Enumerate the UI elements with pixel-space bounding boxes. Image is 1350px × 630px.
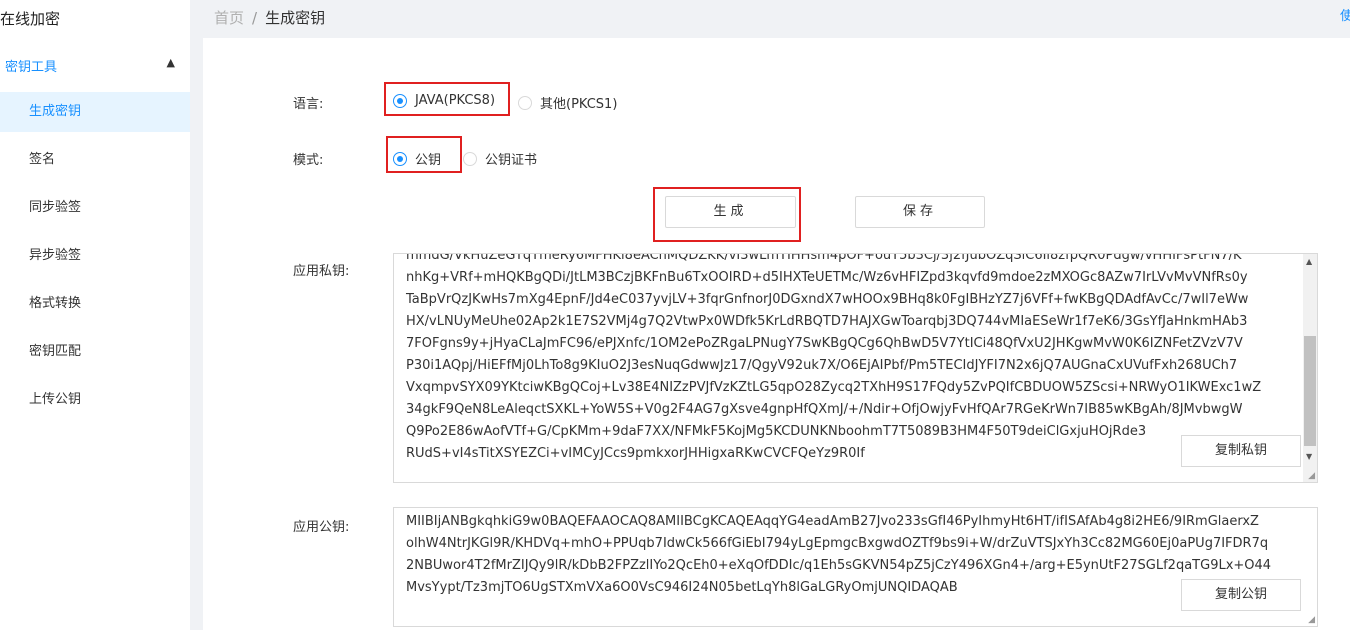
key-line: 7FOFgns9y+jHyaCLaJmFC96/ePJXnfc/1OM2ePoZ…	[406, 336, 1243, 351]
top-right-link[interactable]: 使	[1340, 5, 1350, 24]
radio-checked-icon	[393, 151, 407, 166]
copy-public-key-button[interactable]: 复制公钥	[1181, 579, 1301, 611]
key-line: TaBpVrQzJKwHs7mXg4EpnF/Jd4eC037yvjLV+3fq…	[406, 292, 1249, 307]
language-label: 语言:	[293, 97, 324, 112]
key-line: MvsYypt/Tz3mjTO6UgSTXmVXa6O0VsC946I24N05…	[406, 580, 958, 595]
key-line: olhW4NtrJKGl9R/KHDVq+mhO+PPUqb7IdwCk566f…	[406, 536, 1269, 551]
main-panel: 语言: JAVA(PKCS8) 其他(PKCS1) 模式: 公钥 公钥证书 生成…	[203, 38, 1350, 630]
radio-other-pkcs1[interactable]: 其他(PKCS1)	[518, 93, 617, 112]
radio-label: 公钥	[415, 153, 442, 168]
radio-label: 公钥证书	[485, 153, 538, 168]
key-line: VxqmpvSYX09YKtciwKBgQCoj+Lv38E4NIZzPVJfV…	[406, 380, 1262, 395]
scroll-down-icon[interactable]: ▼	[1306, 452, 1312, 461]
brand-title: 在线加密	[0, 10, 61, 28]
private-key-content: mmdG/VkHuZeGTqTmeRy6MFHKi8eAChMQDZKK/vI3…	[406, 253, 1286, 465]
resize-handle-icon[interactable]: ◢	[1308, 615, 1315, 625]
sidebar-item-key-match[interactable]: 密钥匹配	[0, 332, 190, 372]
radio-java-pkcs8[interactable]: JAVA(PKCS8)	[393, 93, 495, 108]
radio-public-key-cert[interactable]: 公钥证书	[463, 149, 537, 168]
radio-unchecked-icon	[518, 95, 532, 110]
breadcrumb-home[interactable]: 首页	[214, 9, 244, 27]
radio-label: 其他(PKCS1)	[540, 97, 618, 112]
breadcrumb: 首页 / 生成密钥	[214, 7, 325, 28]
public-key-content: MIIBIjANBgkqhkiG9w0BAQEFAAOCAQ8AMIIBCgKC…	[406, 511, 1301, 599]
scroll-thumb[interactable]	[1304, 336, 1316, 446]
key-line: Q9Po2E86wAofVTf+G/CpKMm+9daF7XX/NFMkF5Ko…	[406, 424, 1147, 439]
chevron-up-icon: ▲	[166, 56, 175, 69]
key-line: 2NBUwor4T2fMrZIJQy9lR/kDbB2FPZzlIYo2QcEh…	[406, 558, 1272, 573]
sidebar-group-key-tools[interactable]: 密钥工具 ▲	[5, 56, 185, 75]
public-key-textarea[interactable]: MIIBIjANBgkqhkiG9w0BAQEFAAOCAQ8AMIIBCgKC…	[393, 507, 1318, 627]
sidebar-group-label: 密钥工具	[5, 60, 58, 75]
key-line: HX/vLNUyMeUhe02Ap2k1E7S2VMj4g7Q2VtwPx0WD…	[406, 314, 1248, 329]
key-line: MIIBIjANBgkqhkiG9w0BAQEFAAOCAQ8AMIIBCgKC…	[406, 514, 1259, 529]
public-key-label: 应用公钥:	[293, 520, 350, 535]
sidebar: 在线加密 密钥工具 ▲ 生成密钥 签名 同步验签 异步验签 格式转换 密钥匹配 …	[0, 0, 190, 630]
sidebar-item-format-convert[interactable]: 格式转换	[0, 284, 190, 324]
radio-label: JAVA(PKCS8)	[415, 93, 496, 108]
mode-label: 模式:	[293, 153, 324, 168]
key-line: nhKg+VRf+mHQKBgQDi/JtLM3BCzjBKFnBu6TxOOI…	[406, 270, 1248, 285]
sidebar-item-sign[interactable]: 签名	[0, 140, 190, 180]
save-button[interactable]: 保存	[855, 196, 985, 228]
private-key-scrollbar[interactable]: ▲ ▼	[1303, 254, 1317, 482]
key-line: RUdS+vI4sTitXSYEZCi+vIMCyJCcs9pmkxorJHHi…	[406, 446, 865, 461]
scroll-up-icon[interactable]: ▲	[1306, 257, 1312, 266]
private-key-label: 应用私钥:	[293, 264, 350, 279]
breadcrumb-current: 生成密钥	[265, 9, 326, 27]
sidebar-item-async-verify[interactable]: 异步验签	[0, 236, 190, 276]
sidebar-item-sync-verify[interactable]: 同步验签	[0, 188, 190, 228]
sidebar-item-generate-key[interactable]: 生成密钥	[0, 92, 190, 132]
radio-public-key[interactable]: 公钥	[393, 149, 441, 168]
radio-checked-icon	[393, 93, 407, 108]
generate-button[interactable]: 生成	[665, 196, 796, 228]
sidebar-item-upload-public-key[interactable]: 上传公钥	[0, 380, 190, 420]
breadcrumb-separator: /	[252, 9, 258, 27]
key-line: P30i1AQpj/HiEFfMj0LhTo8g9KIuO2J3esNuqGdw…	[406, 358, 1238, 373]
key-line: mmdG/VkHuZeGTqTmeRy6MFHKi8eAChMQDZKK/vI3…	[406, 253, 1242, 263]
copy-private-key-button[interactable]: 复制私钥	[1181, 435, 1301, 467]
radio-unchecked-icon	[463, 151, 477, 166]
resize-handle-icon[interactable]: ◢	[1308, 471, 1315, 481]
key-line: 34gkF9QeN8LeAleqctSXKL+YoW5S+V0g2F4AG7gX…	[406, 402, 1243, 417]
private-key-textarea[interactable]: mmdG/VkHuZeGTqTmeRy6MFHKi8eAChMQDZKK/vI3…	[393, 253, 1318, 483]
